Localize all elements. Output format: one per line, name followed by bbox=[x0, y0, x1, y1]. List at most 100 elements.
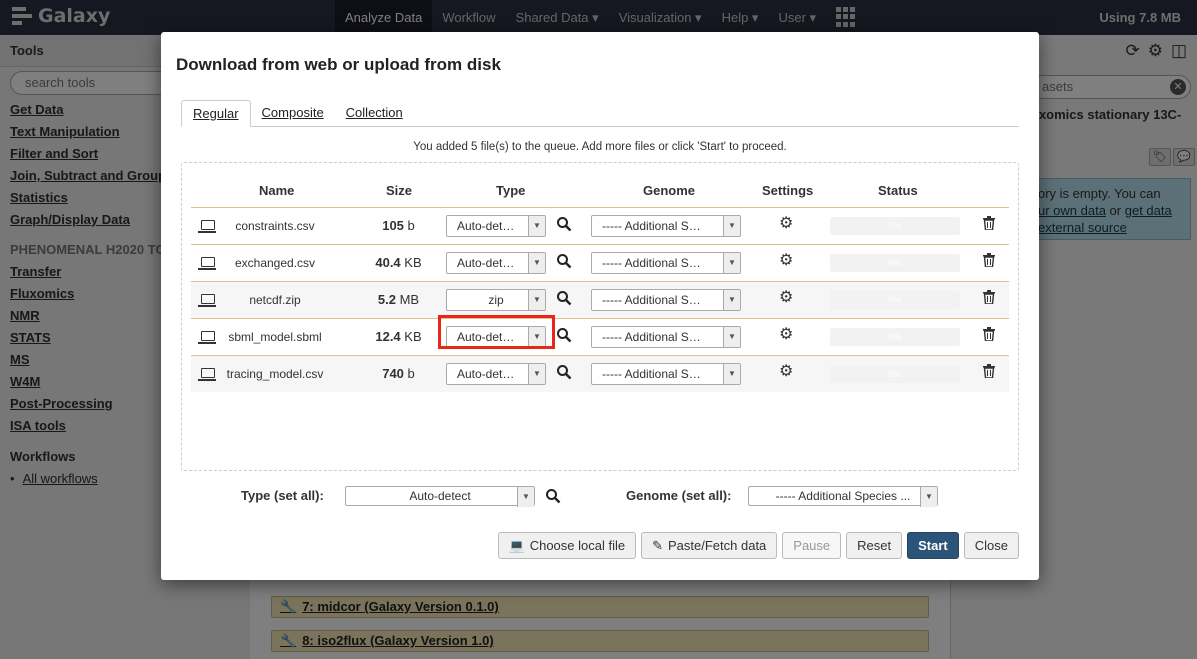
queue-message: You added 5 file(s) to the queue. Add mo… bbox=[413, 141, 787, 153]
type-set-all-select[interactable]: Auto-detect ▼ bbox=[345, 486, 535, 507]
progress-bar: 0% bbox=[830, 217, 960, 235]
trash-icon[interactable] bbox=[983, 364, 995, 378]
type-value: Auto-det… bbox=[457, 256, 515, 270]
search-icon[interactable] bbox=[556, 216, 572, 232]
progress-bar: 0% bbox=[830, 365, 960, 383]
file-name: exchanged.csv bbox=[234, 256, 316, 270]
tab-regular[interactable]: Regular bbox=[181, 100, 251, 127]
button-label: Choose local file bbox=[529, 538, 626, 553]
tab-collection[interactable]: Collection bbox=[335, 100, 414, 127]
search-icon[interactable] bbox=[556, 364, 572, 380]
type-set-all-value: Auto-detect bbox=[409, 489, 471, 503]
genome-select[interactable]: ----- Additional S… ▼ bbox=[591, 215, 741, 237]
type-select[interactable]: Auto-det… ▼ bbox=[446, 215, 546, 237]
dialog-buttons: 💻 Choose local file ✎ Paste/Fetch data Pau… bbox=[497, 532, 1019, 559]
set-all-row: Type (set all): Auto-detect ▼ Genome (set… bbox=[161, 484, 1039, 508]
file-size-value: 40.4 bbox=[375, 255, 401, 270]
header-status: Status bbox=[878, 183, 918, 198]
table-row: netcdf.zip 5.2 MB zip ▼ ----- Additional … bbox=[191, 281, 1009, 318]
type-select[interactable]: Auto-det… ▼ bbox=[446, 252, 546, 274]
genome-select[interactable]: ----- Additional S… ▼ bbox=[591, 289, 741, 311]
header-genome: Genome bbox=[643, 183, 696, 198]
upload-dialog: Download from web or upload from disk Re… bbox=[161, 32, 1039, 580]
paste-fetch-button[interactable]: ✎ Paste/Fetch data bbox=[641, 532, 778, 559]
chevron-down-icon: ▼ bbox=[517, 487, 534, 507]
reset-button[interactable]: Reset bbox=[846, 532, 903, 559]
genome-set-all-select[interactable]: ----- Additional Species ... ▼ bbox=[748, 486, 938, 507]
genome-select[interactable]: ----- Additional S… ▼ bbox=[591, 326, 741, 348]
highlight-box bbox=[438, 315, 555, 349]
gear-icon[interactable]: ⚙ bbox=[779, 253, 793, 269]
trash-icon[interactable] bbox=[983, 290, 995, 304]
file-size: 12.4 KB bbox=[361, 329, 436, 344]
table-row: tracing_model.csv 740 b Auto-det… ▼ -----… bbox=[191, 355, 1009, 392]
dialog-title: Download from web or upload from disk bbox=[176, 55, 501, 74]
search-icon[interactable] bbox=[556, 253, 572, 269]
type-value: Auto-det… bbox=[457, 219, 515, 233]
gear-icon[interactable]: ⚙ bbox=[779, 327, 793, 343]
table-header: Name Size Type Genome Settings Status bbox=[191, 173, 1009, 207]
file-size-unit: b bbox=[407, 218, 415, 233]
file-size: 5.2 MB bbox=[361, 292, 436, 307]
search-icon[interactable] bbox=[556, 290, 572, 306]
type-value: zip bbox=[488, 293, 504, 307]
laptop-icon bbox=[198, 257, 216, 270]
file-size-unit: b bbox=[407, 366, 415, 381]
progress-bar: 0% bbox=[830, 291, 960, 309]
chevron-down-icon: ▼ bbox=[528, 253, 545, 273]
type-set-all-label: Type (set all): bbox=[241, 488, 324, 503]
pause-button[interactable]: Pause bbox=[782, 532, 842, 559]
chevron-down-icon: ▼ bbox=[723, 290, 740, 310]
tab-composite[interactable]: Composite bbox=[251, 100, 335, 127]
type-select[interactable]: zip ▼ bbox=[446, 289, 546, 311]
file-name: tracing_model.csv bbox=[226, 367, 324, 381]
table-row: exchanged.csv 40.4 KB Auto-det… ▼ ----- A… bbox=[191, 244, 1009, 281]
chevron-down-icon: ▼ bbox=[528, 216, 545, 236]
type-select[interactable]: Auto-det… ▼ bbox=[446, 363, 546, 385]
chevron-down-icon: ▼ bbox=[723, 216, 740, 236]
table-row: constraints.csv 105 b Auto-det… ▼ ----- A… bbox=[191, 207, 1009, 244]
chevron-down-icon: ▼ bbox=[920, 487, 937, 507]
file-size-value: 12.4 bbox=[375, 329, 401, 344]
chevron-down-icon: ▼ bbox=[723, 253, 740, 273]
search-icon[interactable] bbox=[545, 488, 561, 504]
choose-local-file-button[interactable]: 💻 Choose local file bbox=[497, 532, 637, 559]
file-size: 105 b bbox=[361, 218, 436, 233]
laptop-icon bbox=[198, 294, 216, 307]
button-label: Paste/Fetch data bbox=[668, 538, 767, 553]
edit-icon: ✎ bbox=[652, 538, 663, 553]
genome-value: ----- Additional S… bbox=[602, 219, 701, 233]
gear-icon[interactable]: ⚙ bbox=[779, 216, 793, 232]
file-size-value: 105 bbox=[382, 218, 404, 233]
search-icon[interactable] bbox=[556, 327, 572, 343]
progress-bar: 0% bbox=[830, 254, 960, 272]
file-size-value: 740 bbox=[382, 366, 404, 381]
genome-value: ----- Additional S… bbox=[602, 367, 701, 381]
header-type: Type bbox=[496, 183, 526, 198]
gear-icon[interactable]: ⚙ bbox=[779, 364, 793, 380]
file-size-value: 5.2 bbox=[377, 292, 396, 307]
genome-value: ----- Additional S… bbox=[602, 330, 701, 344]
file-name: netcdf.zip bbox=[249, 293, 301, 307]
progress-bar: 0% bbox=[830, 328, 960, 346]
type-value: Auto-det… bbox=[457, 367, 515, 381]
file-size: 740 b bbox=[361, 366, 436, 381]
close-button[interactable]: Close bbox=[963, 532, 1019, 559]
file-size: 40.4 KB bbox=[361, 255, 436, 270]
header-settings: Settings bbox=[762, 183, 814, 198]
file-size-unit: KB bbox=[404, 329, 422, 344]
start-button[interactable]: Start bbox=[907, 532, 959, 559]
chevron-down-icon: ▼ bbox=[723, 364, 740, 384]
header-name: Name bbox=[259, 183, 295, 198]
trash-icon[interactable] bbox=[983, 327, 995, 341]
trash-icon[interactable] bbox=[983, 253, 995, 267]
chevron-down-icon: ▼ bbox=[528, 290, 545, 310]
gear-icon[interactable]: ⚙ bbox=[779, 290, 793, 306]
trash-icon[interactable] bbox=[983, 216, 995, 230]
upload-queue-table: Name Size Type Genome Settings Status co… bbox=[191, 173, 1009, 392]
genome-select[interactable]: ----- Additional S… ▼ bbox=[591, 252, 741, 274]
genome-value: ----- Additional S… bbox=[602, 293, 701, 307]
genome-set-all-label: Genome (set all): bbox=[626, 488, 732, 503]
genome-select[interactable]: ----- Additional S… ▼ bbox=[591, 363, 741, 385]
table-row: sbml_model.sbml 12.4 KB Auto-det… ▼ -----… bbox=[191, 318, 1009, 355]
